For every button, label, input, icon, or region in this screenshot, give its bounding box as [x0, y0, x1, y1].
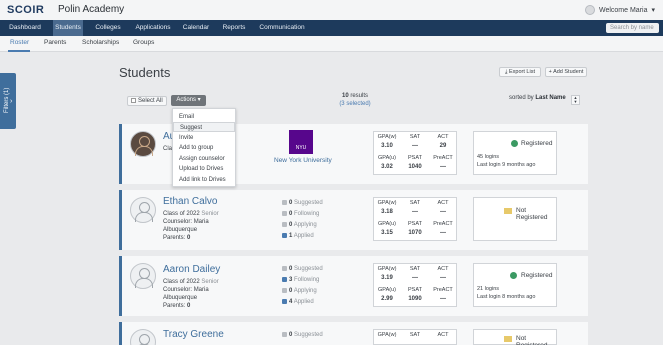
sat-value: —: [412, 143, 418, 149]
list-icon: [282, 276, 287, 282]
registration-status: Registered 45 logins Last login 9 months…: [473, 131, 557, 175]
top-header: SCOIR Polin Academy Welcome Maria ▾: [0, 0, 663, 20]
menu-upload-to-drives[interactable]: Upload to Drives: [173, 164, 235, 174]
act-value: 29: [439, 143, 447, 149]
status-text: Not Registered: [516, 207, 548, 221]
college-name-link[interactable]: New York University: [274, 157, 332, 164]
subnav-groups[interactable]: Groups: [133, 39, 154, 46]
subnav-roster[interactable]: Roster: [10, 39, 29, 46]
user-menu[interactable]: Welcome Maria ▾: [584, 5, 655, 15]
student-card: Tracy Greene 0 Suggested GPA(w) SAT ACT …: [119, 322, 588, 345]
actions-dropdown: Email Suggest Invite Add to group Assign…: [172, 108, 236, 187]
chevron-down-icon: ▾: [651, 7, 655, 14]
heart-icon: [282, 199, 287, 205]
nav-reports[interactable]: Reports: [220, 20, 248, 36]
select-all-checkbox[interactable]: [131, 97, 136, 103]
nav-calendar[interactable]: Calendar: [181, 20, 211, 36]
organization-name: Polin Academy: [58, 4, 125, 15]
add-student-button[interactable]: + Add Student: [545, 67, 587, 77]
menu-invite[interactable]: Invite: [173, 133, 235, 143]
student-avatar[interactable]: [130, 329, 156, 345]
test-scores: GPA(w) 3.18 SAT — ACT — GPA(u) 3.15 PSAT 1070…: [373, 197, 457, 241]
menu-suggest[interactable]: Suggest: [173, 122, 235, 132]
search-input[interactable]: Search by name: [606, 23, 659, 33]
heart-icon: [282, 265, 287, 271]
registration-status: Registered 21 logins Last login 8 months…: [473, 263, 557, 307]
gpa-u-value: 3.02: [381, 164, 393, 170]
actions-button[interactable]: Actions ▾: [171, 95, 206, 106]
nav-communication[interactable]: Communication: [258, 20, 306, 36]
status-text: Registered: [521, 140, 553, 147]
sort-direction-toggle[interactable]: ▲ ▼: [571, 95, 580, 105]
select-all-button[interactable]: Select All: [127, 96, 167, 106]
menu-email[interactable]: Email: [173, 112, 235, 122]
results-count: 10: [341, 93, 349, 99]
envelope-icon: [504, 208, 512, 214]
sort-control[interactable]: sorted by Last Name: [509, 95, 566, 101]
nav-dashboard[interactable]: Dashboard: [6, 20, 44, 36]
nav-applications[interactable]: Applications: [133, 20, 173, 36]
college-counts: 0 Suggested 0 Following 0 Applying 1 App…: [282, 198, 323, 242]
nav-students[interactable]: Students: [53, 20, 83, 36]
test-scores: GPA(w) 3.10 SAT — ACT 29 GPA(u) 3.02 PSAT 104…: [373, 131, 457, 175]
student-card: Aaron Dailey Class of 2022 Senior Counse…: [119, 256, 588, 316]
student-name[interactable]: Tracy Greene: [163, 329, 224, 340]
student-avatar[interactable]: [130, 197, 156, 223]
student-details: Class of 2022 Senior Counselor: Maria Al…: [163, 279, 219, 309]
heart-icon: [282, 331, 287, 337]
active-tab-indicator: [8, 50, 30, 52]
college-counts: 0 Suggested 3 Following 0 Applying 4 App…: [282, 264, 323, 308]
college-counts: 0 Suggested: [282, 330, 323, 341]
menu-add-to-group[interactable]: Add to group: [173, 143, 235, 153]
filters-tab[interactable]: Filters (1) ›: [0, 73, 16, 129]
export-list-button[interactable]: ⤓ Export List: [499, 67, 541, 77]
sub-nav: Roster Parents Scholarships Groups: [0, 36, 663, 52]
gpa-w-value: 3.10: [381, 143, 393, 149]
registration-status: Not Registered: [473, 197, 557, 241]
nyu-logo[interactable]: NYU: [289, 130, 313, 154]
scoir-logo[interactable]: SCOIR: [7, 4, 44, 16]
welcome-text: Welcome Maria: [598, 6, 648, 14]
page-title: Students: [119, 65, 171, 80]
status-text: Not Registered: [516, 335, 547, 345]
student-details: Class of 2022 Senior Counselor: Maria Al…: [163, 211, 219, 241]
download-icon: ⤓: [505, 69, 508, 75]
envelope-icon: [504, 336, 512, 342]
thumbs-up-icon: [282, 298, 287, 304]
caret-down-icon: ▾: [197, 97, 201, 103]
test-scores: GPA(w) SAT ACT: [373, 329, 457, 345]
menu-assign-counselor[interactable]: Assign counselor: [173, 154, 235, 164]
subnav-scholarships[interactable]: Scholarships: [82, 39, 119, 46]
preact-value: —: [440, 164, 446, 170]
student-card: Ethan Calvo Class of 2022 Senior Counsel…: [119, 190, 588, 250]
chevron-right-icon: ›: [10, 98, 13, 105]
last-login: Last login 8 months ago: [477, 294, 536, 300]
login-count: 21 logins: [477, 286, 500, 292]
main-nav: Dashboard Students Colleges Applications…: [0, 20, 663, 36]
last-login: Last login 9 months ago: [477, 162, 536, 168]
selected-count-link[interactable]: (3 selected): [320, 100, 390, 108]
check-icon: [282, 287, 287, 293]
student-name[interactable]: Ethan Calvo: [163, 196, 217, 207]
test-scores: GPA(w) 3.19 SAT — ACT — GPA(u) 2.99 PSAT 1090…: [373, 263, 457, 307]
student-avatar[interactable]: [130, 131, 156, 157]
subnav-parents[interactable]: Parents: [44, 39, 66, 46]
registration-status: Not Registered: [473, 329, 557, 345]
menu-add-link-to-drives[interactable]: Add link to Drives: [173, 175, 235, 185]
psat-value: 1040: [408, 164, 422, 170]
list-icon: [282, 210, 287, 216]
student-name[interactable]: Aaron Dailey: [163, 264, 220, 275]
user-avatar: [584, 5, 595, 15]
student-avatar[interactable]: [130, 263, 156, 289]
login-count: 45 logins: [477, 154, 500, 160]
thumbs-up-icon: [282, 232, 287, 238]
results-summary: 10 results (3 selected): [320, 92, 390, 108]
check-circle-icon: [510, 272, 517, 279]
check-circle-icon: [511, 140, 518, 147]
nav-colleges[interactable]: Colleges: [92, 20, 124, 36]
status-text: Registered: [521, 272, 553, 279]
check-icon: [282, 221, 287, 227]
